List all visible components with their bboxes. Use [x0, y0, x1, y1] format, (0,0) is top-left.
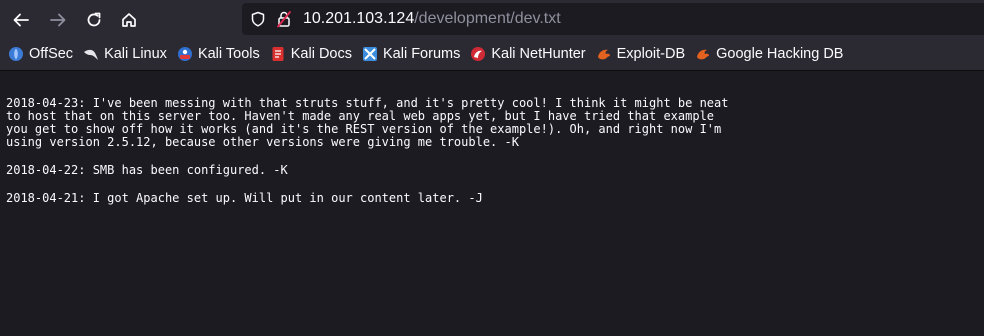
kali-nethunter-icon: [471, 47, 486, 61]
bookmark-label: Kali Tools: [197, 46, 260, 62]
tracking-protection-shield-icon[interactable]: [250, 11, 266, 27]
exploit-db-icon: [597, 49, 610, 60]
bookmark-exploit-db[interactable]: Exploit-DB: [596, 46, 686, 62]
bookmark-label: Kali Linux: [104, 46, 167, 62]
bookmark-kali-forums[interactable]: Kali Forums: [362, 46, 460, 62]
reload-icon: [87, 12, 101, 27]
home-icon: [122, 13, 136, 27]
kali-forums-icon: [362, 47, 377, 61]
back-button[interactable]: [8, 7, 34, 33]
plain-text-document: 2018-04-23: I've been messing with that …: [0, 71, 984, 205]
kali-tools-icon: [177, 47, 192, 61]
dev-log-entry: 2018-04-22: SMB has been configured. -K: [6, 163, 288, 177]
bookmark-label: Exploit-DB: [616, 46, 686, 62]
bookmark-label: Kali Forums: [382, 46, 461, 62]
home-button[interactable]: [116, 7, 142, 33]
reload-button[interactable]: [81, 7, 107, 33]
kali-docs-icon: [272, 47, 284, 61]
bookmark-google-hacking-db[interactable]: Google Hacking DB: [695, 46, 843, 62]
bookmark-kali-nethunter[interactable]: Kali NetHunter: [470, 46, 586, 62]
insecure-lock-icon[interactable]: [276, 10, 292, 28]
back-arrow-icon: [13, 13, 29, 27]
bookmark-kali-docs[interactable]: Kali Docs: [270, 46, 352, 62]
dev-log-entry: 2018-04-21: I got Apache set up. Will pu…: [6, 191, 483, 205]
address-bar[interactable]: 10.201.103.124/development/dev.txt: [242, 3, 984, 35]
offsec-icon: [9, 47, 23, 61]
bookmark-kali-tools[interactable]: Kali Tools: [177, 46, 260, 62]
ghdb-icon: [697, 49, 710, 60]
bookmark-label: Kali NetHunter: [491, 46, 586, 62]
url-text[interactable]: 10.201.103.124/development/dev.txt: [303, 10, 561, 28]
navigation-toolbar: 10.201.103.124/development/dev.txt: [0, 0, 984, 38]
bookmark-label: Google Hacking DB: [716, 46, 844, 62]
bookmark-label: Kali Docs: [290, 46, 352, 62]
url-host: 10.201.103.124: [303, 10, 415, 27]
kali-dragon-icon: [84, 49, 99, 60]
bookmarks-toolbar: OffSec Kali Linux Kali Tools Kali Docs K…: [0, 38, 984, 71]
forward-arrow-icon: [50, 13, 66, 27]
url-path: /development/dev.txt: [414, 10, 561, 27]
bookmark-kali-linux[interactable]: Kali Linux: [83, 46, 167, 62]
dev-log-entry: 2018-04-23: I've been messing with that …: [6, 96, 729, 149]
bookmark-offsec[interactable]: OffSec: [8, 46, 73, 62]
forward-button[interactable]: [45, 7, 71, 33]
bookmark-label: OffSec: [29, 46, 74, 62]
